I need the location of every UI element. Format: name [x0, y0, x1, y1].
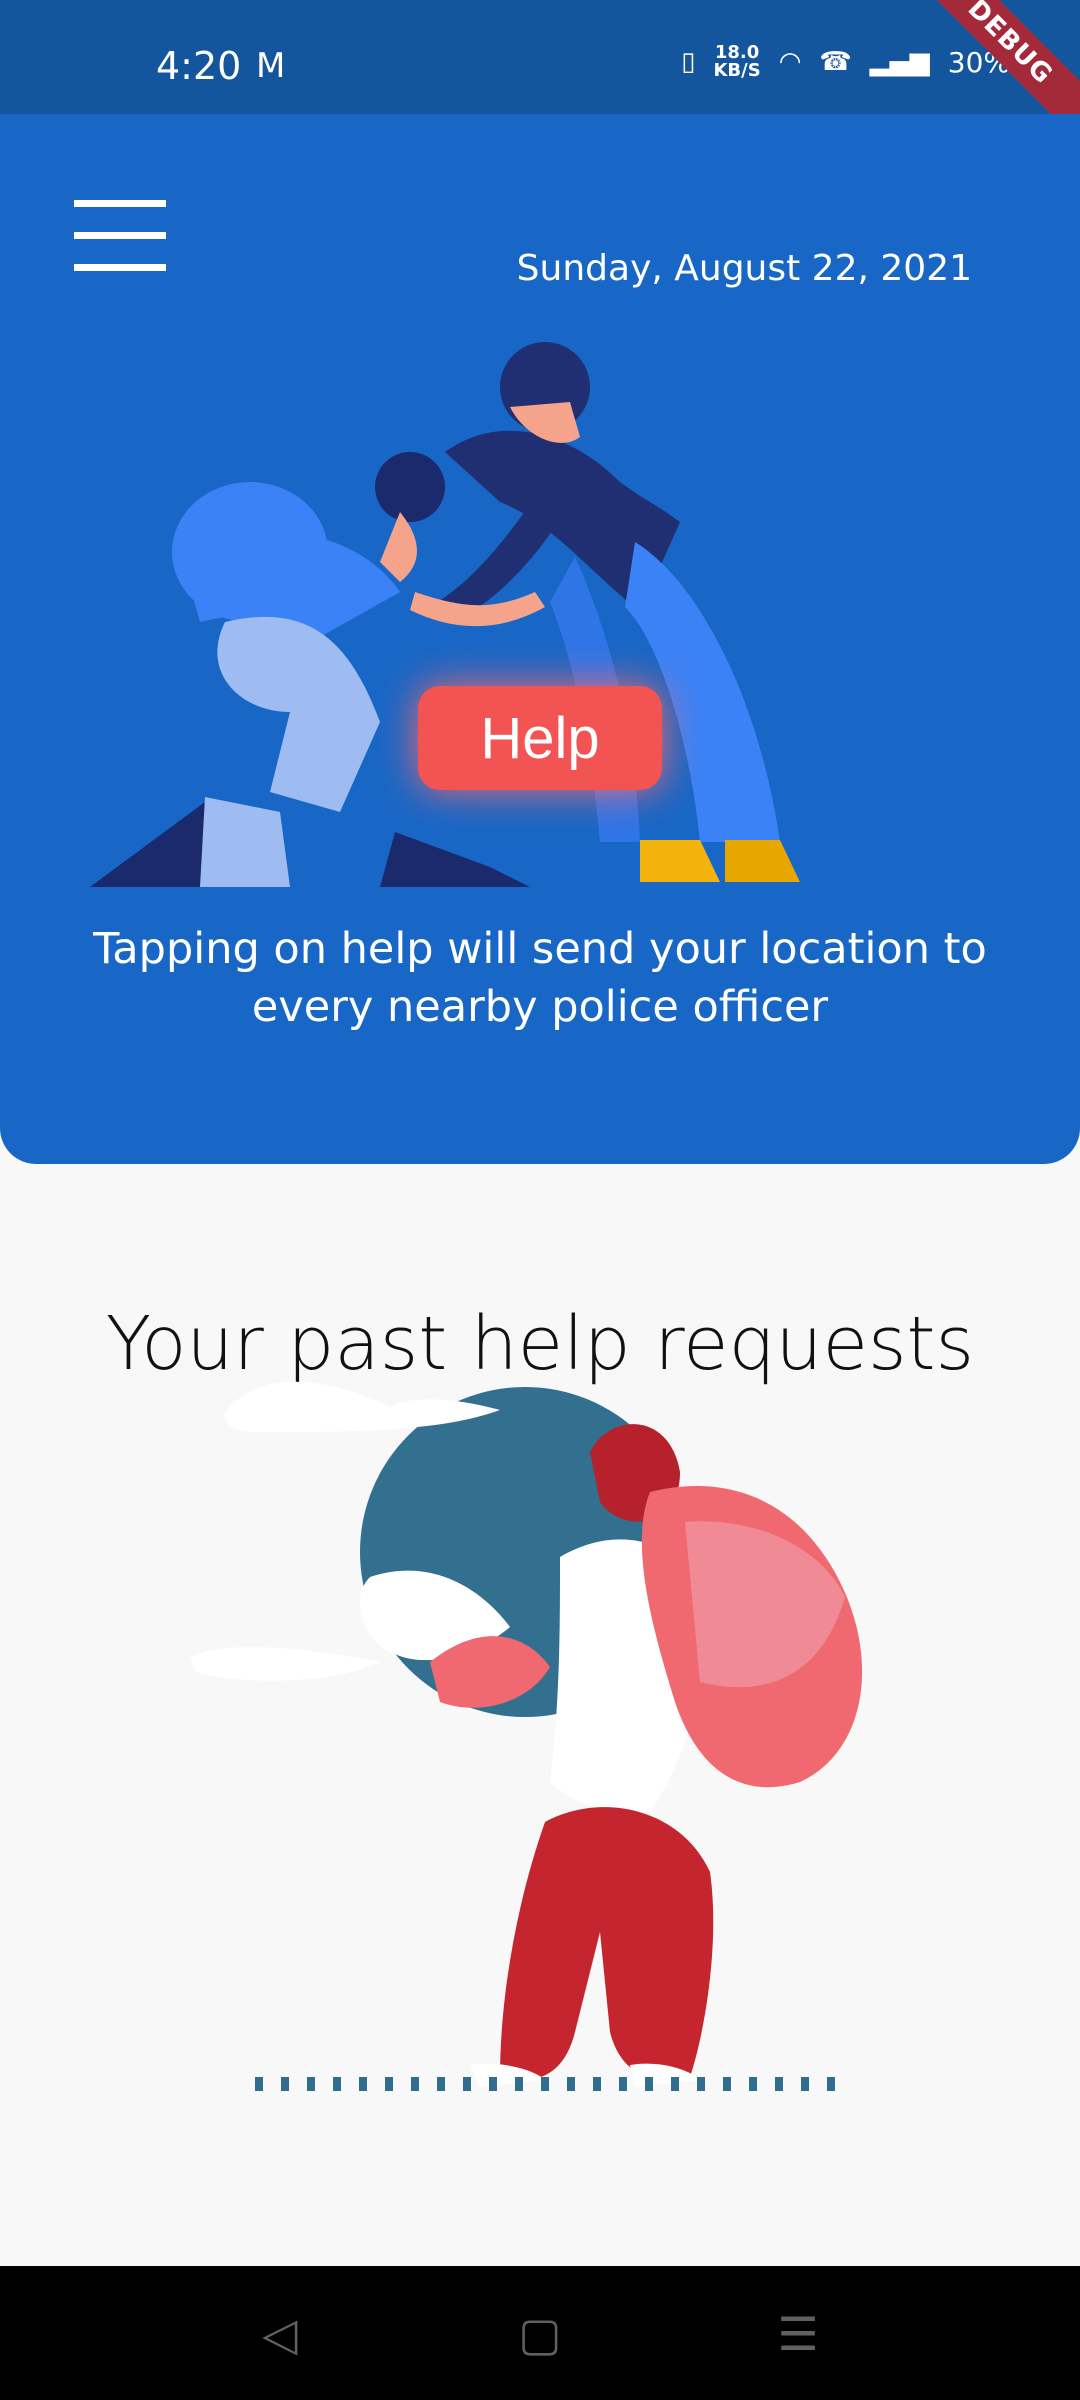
traveler-map-illustration — [190, 1381, 863, 2091]
wifi-icon: ◠ — [778, 47, 802, 77]
helping-person-illustration — [90, 342, 800, 887]
menu-line-icon — [74, 264, 166, 271]
menu-line-icon — [74, 200, 166, 207]
help-button[interactable]: Help — [418, 686, 662, 790]
help-caption: Tapping on help will send your location … — [93, 924, 987, 1032]
menu-line-icon — [74, 232, 166, 239]
vibrate-icon: ▯ — [681, 47, 696, 77]
menu-button[interactable] — [74, 200, 166, 271]
cropped-empty-state-text — [0, 2176, 1080, 2194]
status-icons: ▯ 18.0 KB/S ◠ ☎ ▂▄▆ 30% — [681, 44, 1010, 80]
status-time: 4:20 — [156, 44, 242, 88]
network-speed: 18.0 KB/S — [713, 42, 761, 81]
android-navigation-bar: ◁ ▢ ☰ — [0, 2266, 1080, 2400]
call-icon: ☎ — [819, 47, 852, 77]
gmail-icon: M — [256, 46, 286, 86]
status-bar: 4:20 M ▯ 18.0 KB/S ◠ ☎ ▂▄▆ 30% DEBUG — [0, 0, 1080, 157]
signal-icon: ▂▄▆ — [869, 47, 930, 77]
current-date: Sunday, August 22, 2021 — [516, 248, 972, 289]
home-square-icon[interactable]: ▢ — [512, 2306, 568, 2362]
recent-menu-icon[interactable]: ☰ — [770, 2306, 826, 2362]
back-triangle-icon[interactable]: ◁ — [252, 2306, 308, 2362]
